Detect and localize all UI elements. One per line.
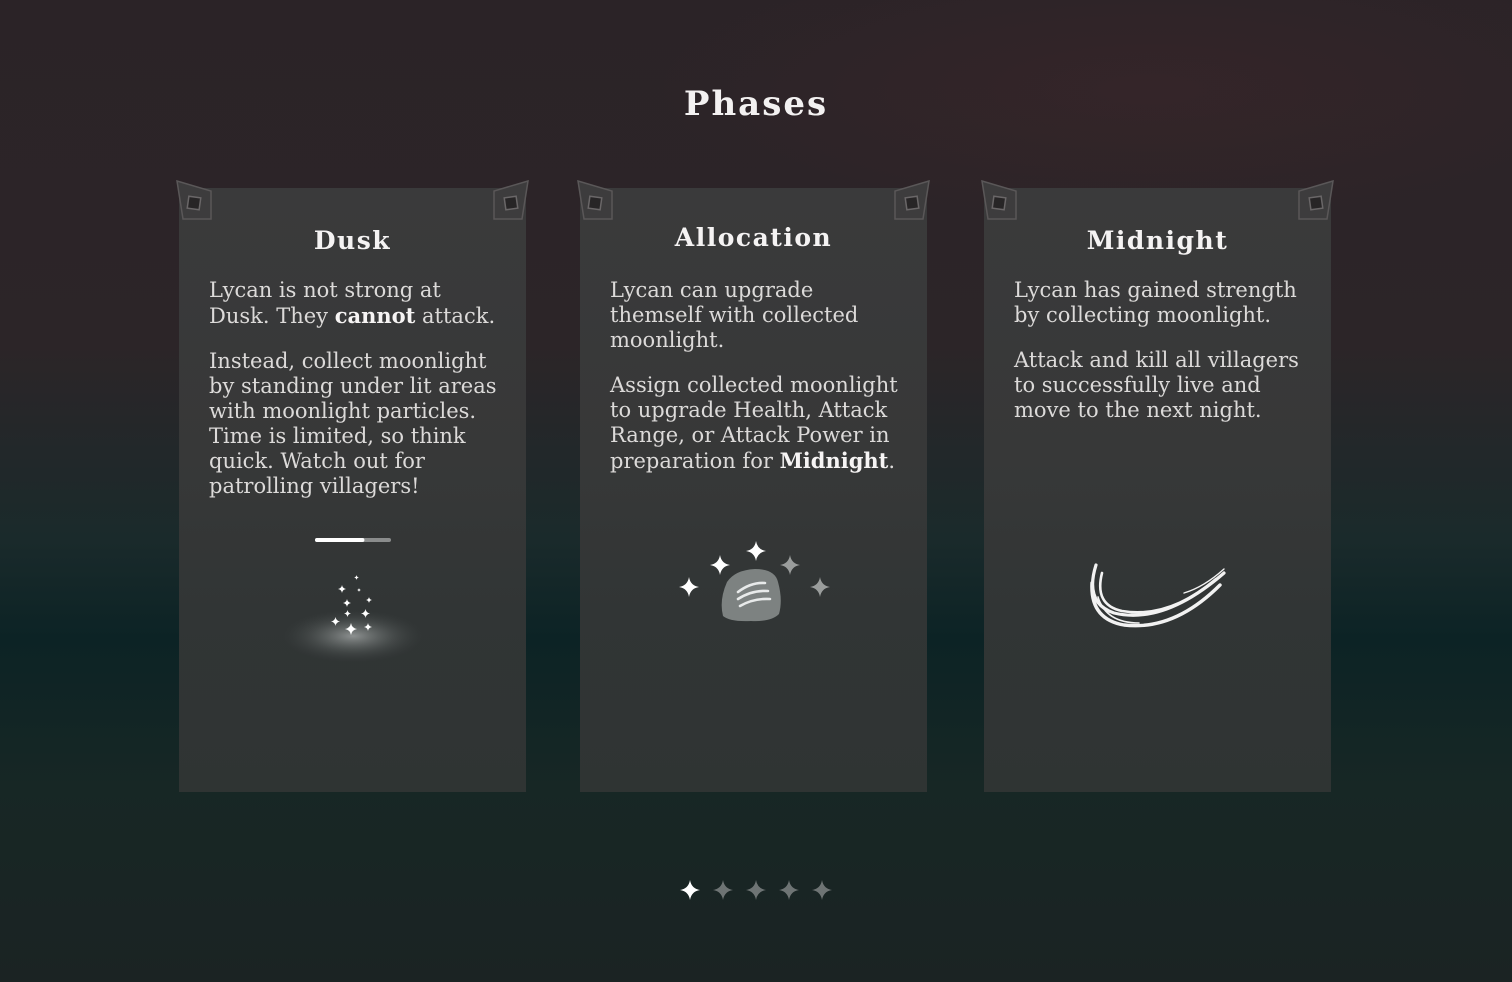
card-paragraph: Lycan can upgrade themself with collecte…	[610, 278, 859, 352]
card-paragraph: Assign collected moonlight to upgrade He…	[610, 373, 898, 473]
card-description: Lycan can upgrade themself with collecte…	[610, 278, 905, 494]
corner-ornament-icon	[893, 179, 931, 223]
card-description: Lycan is not strong at Dusk. They cannot…	[209, 278, 504, 519]
page-title: Phases	[683, 84, 829, 124]
corner-ornament-icon	[576, 179, 614, 223]
phase-card-allocation: Allocation Lycan can upgrade themself wi…	[580, 188, 927, 792]
card-paragraph: Instead, collect moonlight by standing u…	[209, 349, 497, 498]
corner-ornament-icon	[980, 179, 1018, 223]
page-dot-4-icon[interactable]	[776, 877, 802, 903]
corner-ornament-icon	[492, 179, 530, 223]
card-paragraph: Lycan has gained strength by collecting …	[1014, 278, 1297, 327]
page-dot-1-active-icon[interactable]	[677, 877, 703, 903]
phase-card-midnight: Midnight Lycan has gained strength by co…	[984, 188, 1331, 792]
card-paragraph: Attack and kill all villagers to success…	[1014, 348, 1299, 422]
page-dot-2-icon[interactable]	[710, 877, 736, 903]
card-description: Lycan has gained strength by collecting …	[1014, 278, 1309, 443]
corner-ornament-icon	[1297, 179, 1335, 223]
card-title: Midnight	[1086, 226, 1229, 255]
corner-ornament-icon	[175, 179, 213, 223]
card-paragraph: Lycan is not strong at Dusk. They cannot…	[209, 278, 496, 328]
page-dot-3-icon[interactable]	[743, 877, 769, 903]
claw-stone-sparkles-icon	[679, 541, 830, 622]
card-title: Dusk	[313, 226, 392, 255]
page-indicator	[677, 877, 837, 903]
claw-slash-icon	[1090, 563, 1226, 628]
moonlight-particles-icon	[283, 538, 423, 662]
card-title: Allocation	[674, 223, 833, 252]
phase-card-dusk: Dusk Lycan is not strong at Dusk. They c…	[179, 188, 526, 792]
page-dot-5-icon[interactable]	[809, 877, 835, 903]
progress-fill	[315, 538, 365, 542]
